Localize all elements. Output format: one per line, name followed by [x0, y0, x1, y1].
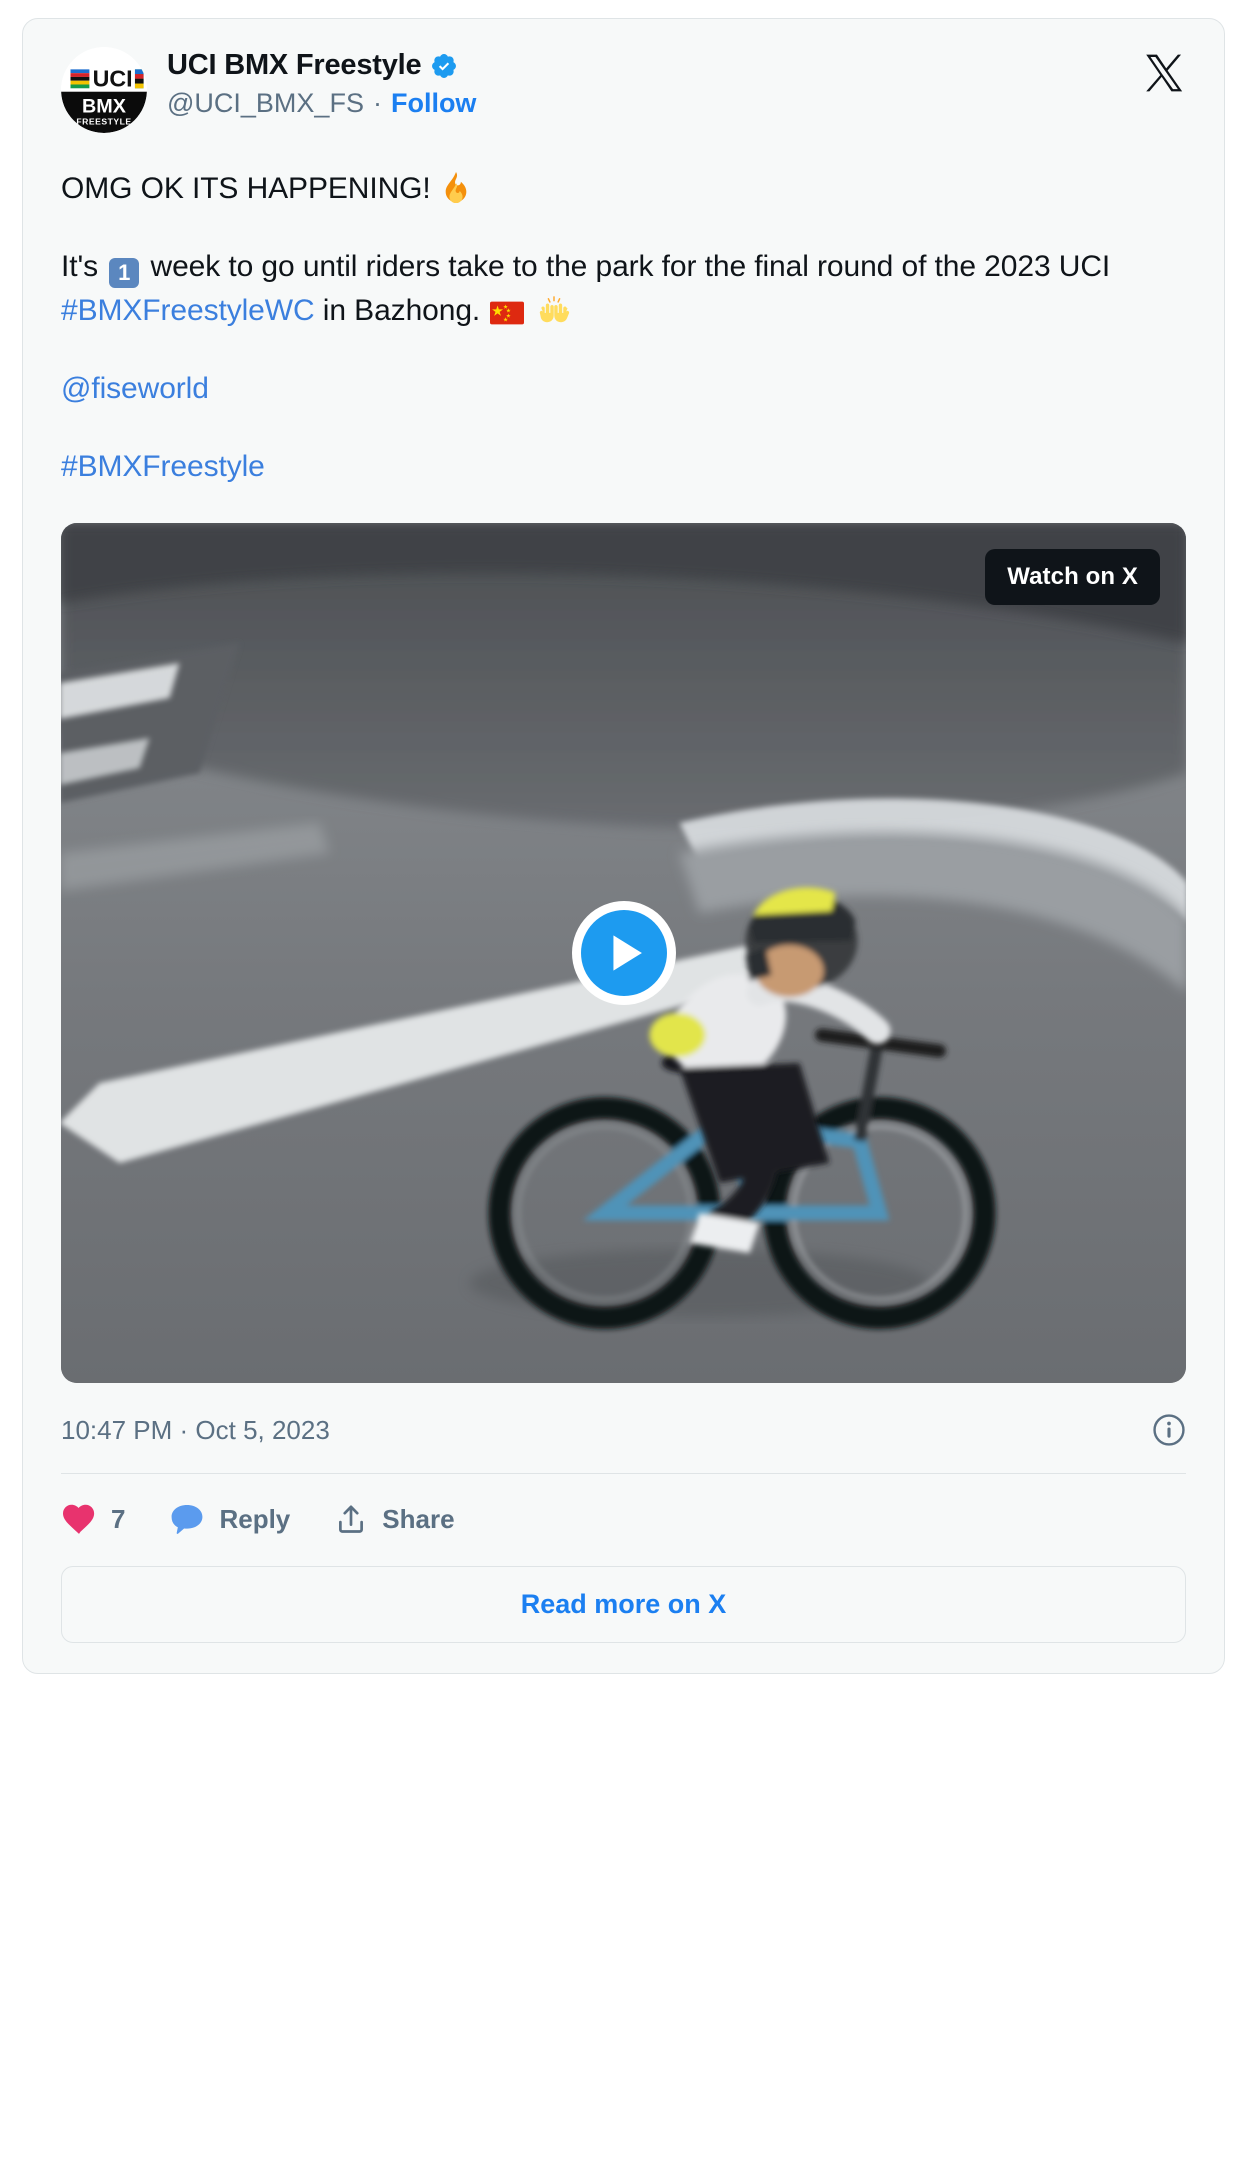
raising-hands-emoji [537, 295, 571, 325]
author-handle: @UCI_BMX_FS [167, 88, 364, 119]
footer-divider [61, 1473, 1186, 1475]
read-more-on-x-button[interactable]: Read more on X [61, 1566, 1186, 1644]
mention-fiseworld-link[interactable]: @fiseworld [61, 372, 209, 405]
tweet-line-3: @fiseworld [61, 367, 1186, 411]
share-action[interactable]: Share [334, 1502, 455, 1536]
x-logo-icon [1146, 54, 1183, 92]
share-upload-icon [339, 1505, 364, 1534]
tweet-line-2: It's 1 week to go until riders take to t… [61, 245, 1186, 333]
author-identity: UCI BMX Freestyle @UCI_BMX_FS · Follow [167, 47, 476, 120]
uci-bmx-freestyle-avatar-icon: UCI BMX FREESTYLE [61, 47, 147, 133]
follow-link[interactable]: Follow [391, 87, 476, 119]
reply-action[interactable]: Reply [169, 1503, 290, 1535]
play-icon [612, 935, 642, 972]
reply-label: Reply [219, 1503, 291, 1534]
tweet-body: OMG OK ITS HAPPENING! It's 1 week to go … [61, 167, 1186, 489]
info-circle-icon[interactable] [1152, 1413, 1186, 1447]
handle-separator: · [372, 88, 382, 119]
share-label: Share [382, 1503, 455, 1534]
tweet-line-2-mid: week to go until riders take to the park… [150, 250, 1111, 284]
author-name-row: UCI BMX Freestyle [167, 49, 476, 82]
like-action[interactable]: 7 [61, 1503, 125, 1535]
tweet-line-1: OMG OK ITS HAPPENING! [61, 167, 1186, 211]
hashtag-bmxfreestylewc-link[interactable]: #BMXFreestyleWC [61, 294, 315, 327]
tweet-line-2-prefix: It's [61, 250, 98, 284]
play-button-inner [580, 910, 667, 997]
hashtag-bmxfreestyle-link[interactable]: #BMXFreestyle [61, 450, 265, 483]
keycap-one-emoji: 1 [109, 258, 140, 289]
tweet-line-1-text: OMG OK ITS HAPPENING! [61, 172, 431, 205]
svg-text:FREESTYLE: FREESTYLE [76, 116, 131, 126]
tweet-media-video[interactable]: Watch on X [61, 523, 1186, 1384]
play-button[interactable] [571, 901, 676, 1006]
tweet-card: UCI BMX FREESTYLE UCI BMX Freestyle @UCI… [22, 18, 1225, 1675]
tweet-timestamp: 10:47 PM · Oct 5, 2023 [61, 1414, 330, 1445]
author-display-name: UCI BMX Freestyle [167, 49, 422, 81]
avatar[interactable]: UCI BMX FREESTYLE [61, 47, 147, 133]
tweet-header: UCI BMX FREESTYLE UCI BMX Freestyle @UCI… [61, 47, 1186, 133]
verified-badge-icon [432, 53, 457, 78]
tweet-meta-row: 10:47 PM · Oct 5, 2023 [61, 1413, 1186, 1447]
tweet-line-4: #BMXFreestyle [61, 445, 1186, 489]
svg-text:BMX: BMX [82, 95, 127, 117]
svg-text:UCI: UCI [93, 66, 133, 92]
fire-emoji [441, 171, 471, 203]
x-logo-link[interactable] [1142, 51, 1186, 95]
like-count: 7 [111, 1503, 126, 1534]
flag-china-emoji [490, 301, 525, 325]
reply-bubble-icon [172, 1505, 203, 1535]
author-handle-row: @UCI_BMX_FS · Follow [167, 87, 476, 119]
heart-icon [63, 1505, 95, 1535]
tweet-line-2-suffix: in Bazhong. [322, 294, 481, 328]
watch-on-x-badge[interactable]: Watch on X [985, 549, 1160, 606]
tweet-actions-row: 7 Reply Share [61, 1502, 1186, 1536]
